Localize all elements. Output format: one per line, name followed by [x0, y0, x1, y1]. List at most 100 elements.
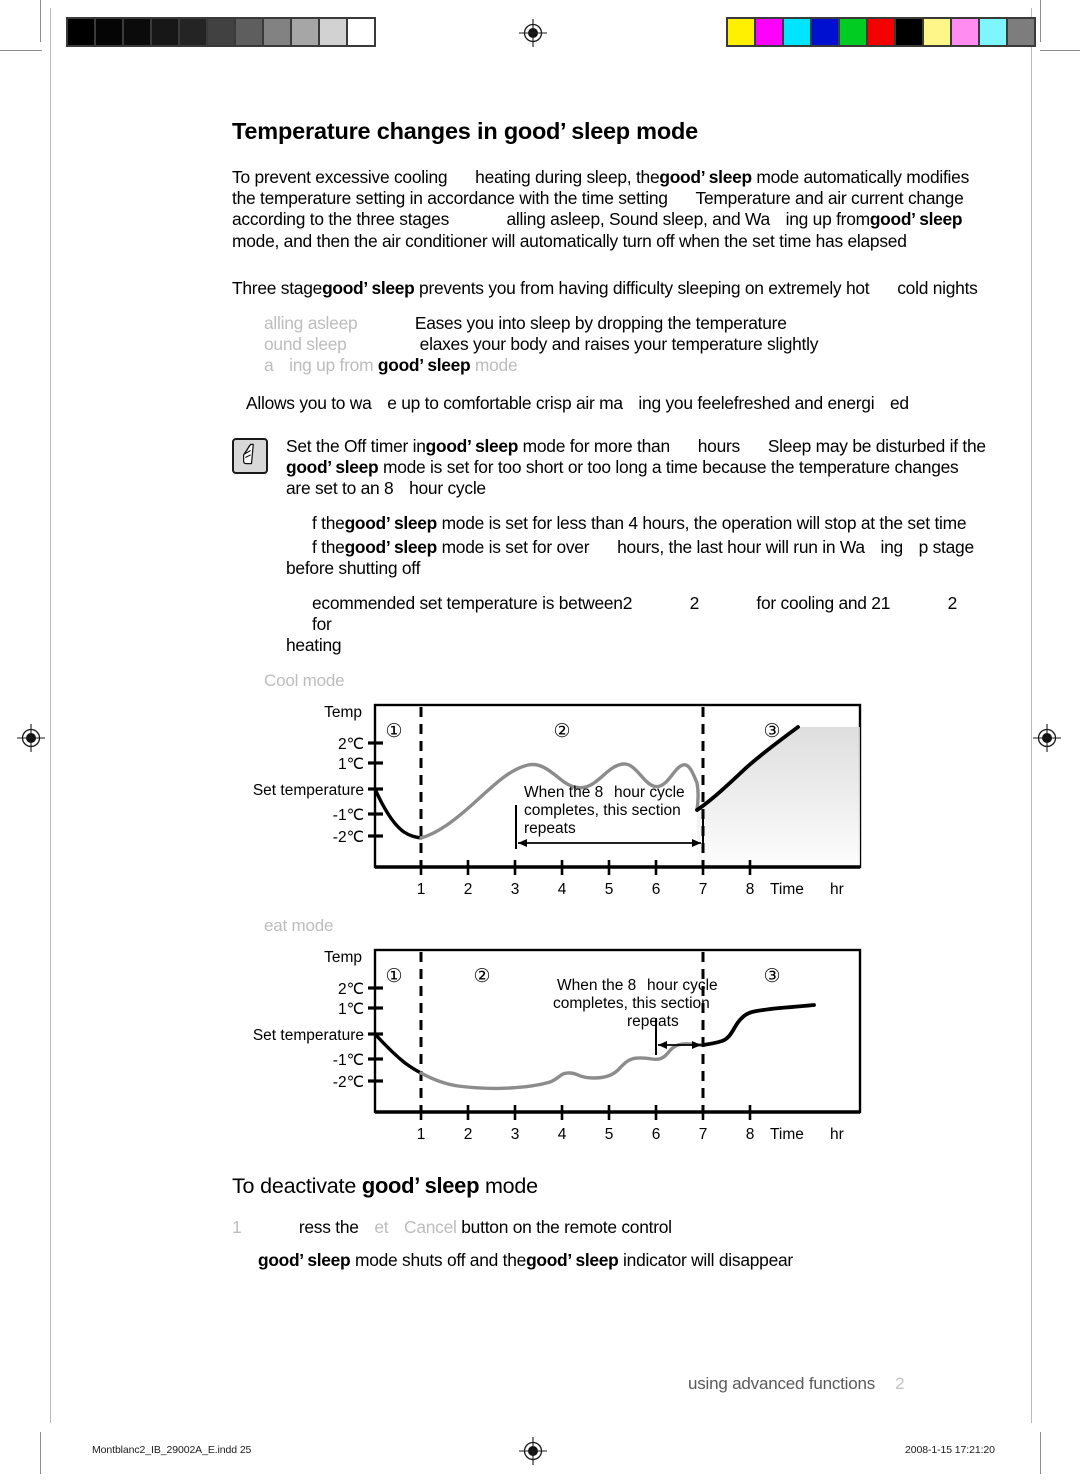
intro-line2-a: the temperature setting in accordance wi…	[232, 188, 668, 209]
brand-good-sleep: good’ sleep	[425, 435, 519, 456]
note-p1-g: hour cycle	[409, 478, 486, 499]
cool-xlabel-a: Time	[770, 881, 804, 898]
heat-curve-stage1	[373, 1031, 423, 1075]
note-p1-a: Set the Off timer in	[286, 435, 426, 456]
footer-section-label: using advanced functions	[688, 1374, 876, 1393]
heat-curve-stage3	[701, 1002, 816, 1047]
note-b1-b: mode is set for less than 4 hours, the o…	[441, 513, 967, 534]
cool-xtick-7: 7	[699, 881, 708, 898]
heat-ytick-0: 2℃	[338, 981, 364, 998]
cool-annotation-line1-a: When the 8	[524, 784, 603, 801]
crop-mark-top-right-v	[1040, 0, 1041, 42]
color-swatch-7	[924, 19, 952, 45]
three-stage-lead-a: Three stage	[232, 277, 323, 298]
gray-swatch-7	[264, 19, 292, 45]
gray-swatch-3	[152, 19, 180, 45]
note-bullet-1: f thegood’ sleep mode is set for less th…	[286, 513, 1022, 534]
color-swatch-6	[896, 19, 924, 45]
button-set-label: et	[374, 1216, 389, 1237]
three-stage-lead-b: prevents you from having difficulty slee…	[419, 277, 870, 298]
note-p1-f: are set to an 8	[286, 478, 394, 499]
button-cancel-label: Cancel	[404, 1216, 457, 1237]
gray-swatch-10	[348, 19, 374, 45]
waking-desc-d: efreshed and energi	[724, 392, 875, 413]
brand-good-sleep: good’ sleep	[659, 167, 752, 187]
deactivate-step-1: 1 ress the et Cancel button on the remote c…	[232, 1217, 1022, 1238]
heat-ytick-4: -2℃	[333, 1074, 364, 1091]
heat-xtick-2: 2	[464, 1126, 473, 1143]
note-b2-a: f the	[312, 536, 345, 557]
list-item-waking-up: a ing up from good’ sleep mode	[232, 355, 1022, 376]
cool-ytick-3: -1℃	[333, 807, 364, 824]
note-b3-d: heating	[286, 635, 342, 656]
color-swatch-5	[868, 19, 896, 45]
chart-heat-mode-label: eat mode	[264, 915, 334, 935]
gray-swatch-5	[208, 19, 236, 45]
note-b3-v1: 2	[622, 593, 633, 614]
cool-ytick-4: -2℃	[333, 829, 364, 846]
page-title-prefix: Temperature changes in	[232, 118, 504, 144]
stage-text: Eases you into sleep by dropping the tem…	[414, 313, 787, 334]
color-swatch-10	[1008, 19, 1034, 45]
heat-ytick-3: -1℃	[333, 1052, 364, 1069]
stage-label-b: ing up from	[289, 355, 374, 376]
list-item-sound-sleep: ound sleep elaxes your body and raises yo…	[232, 334, 1022, 355]
waking-up-description: Allows you to wa e up to comfortable cris…	[232, 393, 1022, 414]
note-b3-a: ecommended set temperature is between	[312, 593, 623, 614]
registration-target-icon-bottom	[519, 1437, 547, 1465]
gray-swatch-2	[124, 19, 152, 45]
heat-xtick-3: 3	[511, 1126, 520, 1143]
deactivate-title-a: To deactivate	[232, 1173, 362, 1198]
grayscale-calibration-bar	[66, 17, 376, 47]
cool-xtick-8: 8	[746, 881, 755, 898]
note-p1-e: mode is set for too short or too long a …	[382, 457, 959, 478]
note-b1-a: f the	[312, 513, 345, 534]
chart-cool-mode-label: Cool mode	[264, 670, 345, 690]
stage-label-c: mode	[474, 355, 518, 376]
registration-target-icon-top	[519, 19, 547, 47]
heat-xlabel-a: Time	[770, 1126, 804, 1143]
stage-marker-2: ②	[553, 721, 570, 742]
page-content: Temperature changes in good’ sleep mode …	[232, 118, 1022, 1271]
note-bullet-2: f thegood’ sleep mode is set for over hou…	[286, 537, 1022, 579]
cool-annotation-line1-b: hour cycle	[614, 784, 685, 801]
crop-mark-top-left-v	[40, 0, 41, 42]
note-b2-e: p stage	[918, 536, 975, 557]
deactivate-title: To deactivate good’ sleep mode	[232, 1173, 1022, 1199]
intro-line3-c: ing up from	[785, 209, 871, 230]
intro-paragraph: To prevent excessive cooling heating duri…	[232, 167, 1022, 252]
color-calibration-bar	[726, 17, 1036, 47]
heat-ylabel: Temp	[324, 949, 362, 966]
crop-mark-top-left-h	[0, 50, 42, 51]
three-stage-lead-c: cold nights	[897, 277, 978, 298]
heat-xtick-1: 1	[417, 1126, 426, 1143]
stage-label: ound sleep	[264, 334, 347, 355]
page-footer: using advanced functions 2	[688, 1374, 905, 1394]
chart-cool-mode: Cool mode ① ② ③ When the 8 hour cycle co…	[232, 671, 1022, 902]
cool-xtick-6: 6	[652, 881, 661, 898]
gray-swatch-4	[180, 19, 208, 45]
cool-xtick-1: 1	[417, 881, 426, 898]
chart-heat-mode: eat mode ① ② ③ When the 8 hour cycle com…	[232, 916, 1022, 1147]
intro-line1-a: To prevent excessive cooling	[232, 167, 448, 187]
print-slug-datetime: 2008-1-15 17:21:20	[905, 1444, 995, 1456]
heat-annotation-line3: repeats	[627, 1013, 679, 1030]
color-swatch-8	[952, 19, 980, 45]
cool-annotation-line2: completes, this section	[524, 802, 681, 819]
list-item-falling-asleep: alling asleep Eases you into sleep by dro…	[232, 313, 1022, 334]
heat-annotation-line2: completes, this section	[553, 995, 710, 1012]
brand-good-sleep: good’ sleep	[869, 209, 963, 230]
step-text-b: button on the remote control	[461, 1216, 672, 1237]
color-swatch-9	[980, 19, 1008, 45]
cool-xtick-5: 5	[605, 881, 614, 898]
brand-good-sleep: good’ sleep	[344, 513, 438, 534]
waking-desc-e: ed	[889, 392, 909, 413]
note-b2-b: mode is set for over	[441, 536, 590, 557]
color-swatch-4	[840, 19, 868, 45]
three-stage-list: alling asleep Eases you into sleep by dro…	[232, 313, 1022, 377]
color-swatch-3	[812, 19, 840, 45]
note-b3-v2: 2	[689, 593, 700, 614]
note-b3-v3: 2	[947, 593, 958, 614]
step-text-a: ress the	[298, 1216, 359, 1237]
cool-ytick-1: 1℃	[338, 756, 364, 773]
